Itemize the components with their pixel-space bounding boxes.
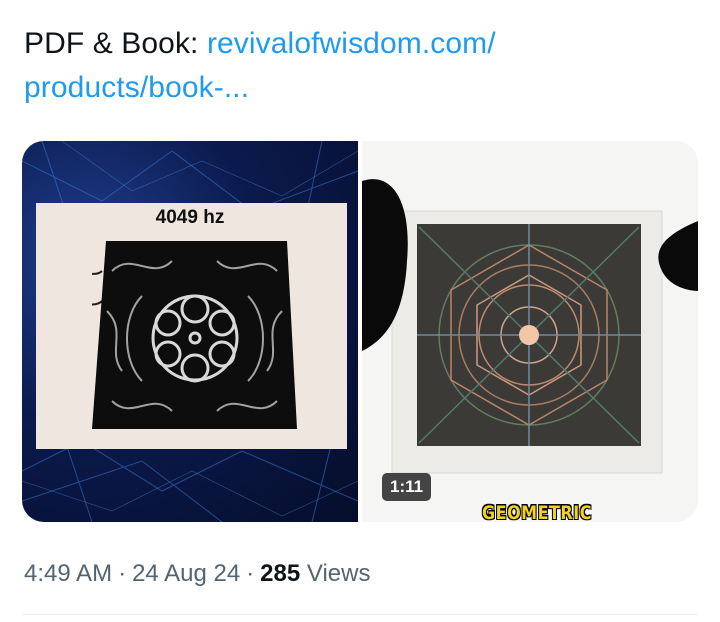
video-duration-badge: 1:11 xyxy=(382,473,432,501)
tweet-meta: 4:49 AM · 24 Aug 24 · 285 Views xyxy=(24,560,370,588)
media-image-left[interactable]: 4049 hz xyxy=(22,141,358,522)
meta-separator: · xyxy=(118,560,127,587)
media-grid: 4049 hz 1:11 GEOMETRIC xyxy=(22,141,698,522)
tweet-time[interactable]: 4:49 AM xyxy=(24,560,112,587)
tweet-text: PDF & Book: revivalofwisdom.com/ product… xyxy=(24,22,684,110)
frequency-label: 4049 hz xyxy=(155,207,225,228)
meta-separator: · xyxy=(246,560,255,587)
video-thumbnail xyxy=(362,141,698,522)
media-video-right[interactable]: 1:11 GEOMETRIC xyxy=(362,141,698,522)
video-caption: GEOMETRIC xyxy=(482,501,592,522)
divider xyxy=(22,614,698,615)
views-count: 285 xyxy=(260,560,301,587)
tweet-date[interactable]: 24 Aug 24 xyxy=(132,560,240,587)
tweet-text-prefix: PDF & Book: xyxy=(24,27,207,60)
views-label: Views xyxy=(306,560,371,587)
cymatic-plate xyxy=(92,241,297,429)
